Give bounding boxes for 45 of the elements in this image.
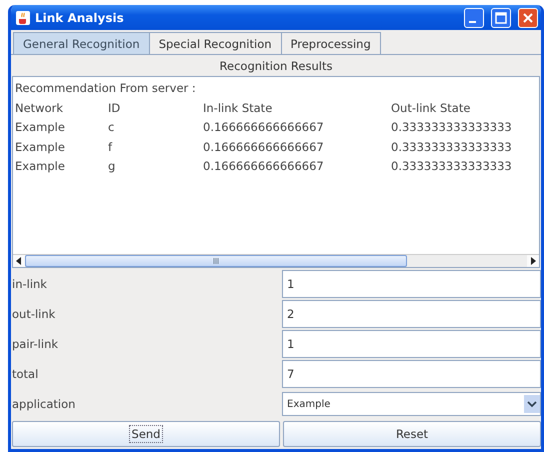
maximize-icon xyxy=(495,12,507,24)
table-cell-text: 0.333333333333333 xyxy=(391,138,513,156)
java-cup-icon xyxy=(16,10,30,24)
close-button[interactable] xyxy=(518,8,538,28)
maximize-button[interactable] xyxy=(491,8,511,28)
column-header: Network xyxy=(15,100,64,116)
field-label: pair-link xyxy=(12,336,60,353)
table-cell-text: 0.166666666666667 xyxy=(203,119,325,136)
table-cell-text: c xyxy=(108,119,116,136)
column-header: In-link State xyxy=(203,100,274,116)
column-header: Out-link State xyxy=(391,100,472,116)
field-label: application xyxy=(12,396,76,413)
horizontal-scrollbar[interactable] xyxy=(13,254,539,267)
tab[interactable]: General Recognition xyxy=(13,32,150,54)
column-header: ID xyxy=(108,100,122,116)
table-cell-text: 0.166666666666667 xyxy=(203,158,325,175)
table-cell-text: Example xyxy=(15,138,66,156)
chevron-down-icon xyxy=(524,395,540,413)
application-dropdown[interactable]: Example xyxy=(282,392,541,416)
right-arrow-icon[interactable] xyxy=(530,257,536,265)
results-heading: Recommendation From server : xyxy=(15,80,197,97)
table-cell-text: 0.333333333333333 xyxy=(391,119,513,136)
text-field[interactable]: 7 xyxy=(282,360,541,388)
send-button[interactable]: Send xyxy=(12,421,280,447)
window-title: Link Analysis xyxy=(35,10,125,24)
field-label: out-link xyxy=(12,306,56,323)
minimize-icon xyxy=(469,20,476,22)
text-field[interactable]: 2 xyxy=(282,300,541,328)
section-title: Recognition Results xyxy=(218,58,334,75)
table-cell-text: Example xyxy=(15,158,66,175)
field-label: total xyxy=(12,366,40,383)
grip-icon xyxy=(212,258,219,264)
left-arrow-icon[interactable] xyxy=(16,257,22,265)
text-field[interactable]: 1 xyxy=(282,270,541,298)
table-cell-text: 0.166666666666667 xyxy=(203,138,325,156)
field-label: in-link xyxy=(12,276,48,293)
table-cell-text: g xyxy=(108,158,116,175)
close-icon xyxy=(522,12,534,24)
minimize-button[interactable] xyxy=(464,8,484,28)
tab[interactable]: Preprocessing xyxy=(280,32,381,54)
reset-button[interactable]: Reset xyxy=(283,421,541,447)
text-field[interactable]: 1 xyxy=(282,330,541,358)
table-cell-text: 0.333333333333333 xyxy=(391,158,513,175)
table-cell-text: f xyxy=(108,138,114,156)
table-cell-text: Example xyxy=(15,119,66,136)
